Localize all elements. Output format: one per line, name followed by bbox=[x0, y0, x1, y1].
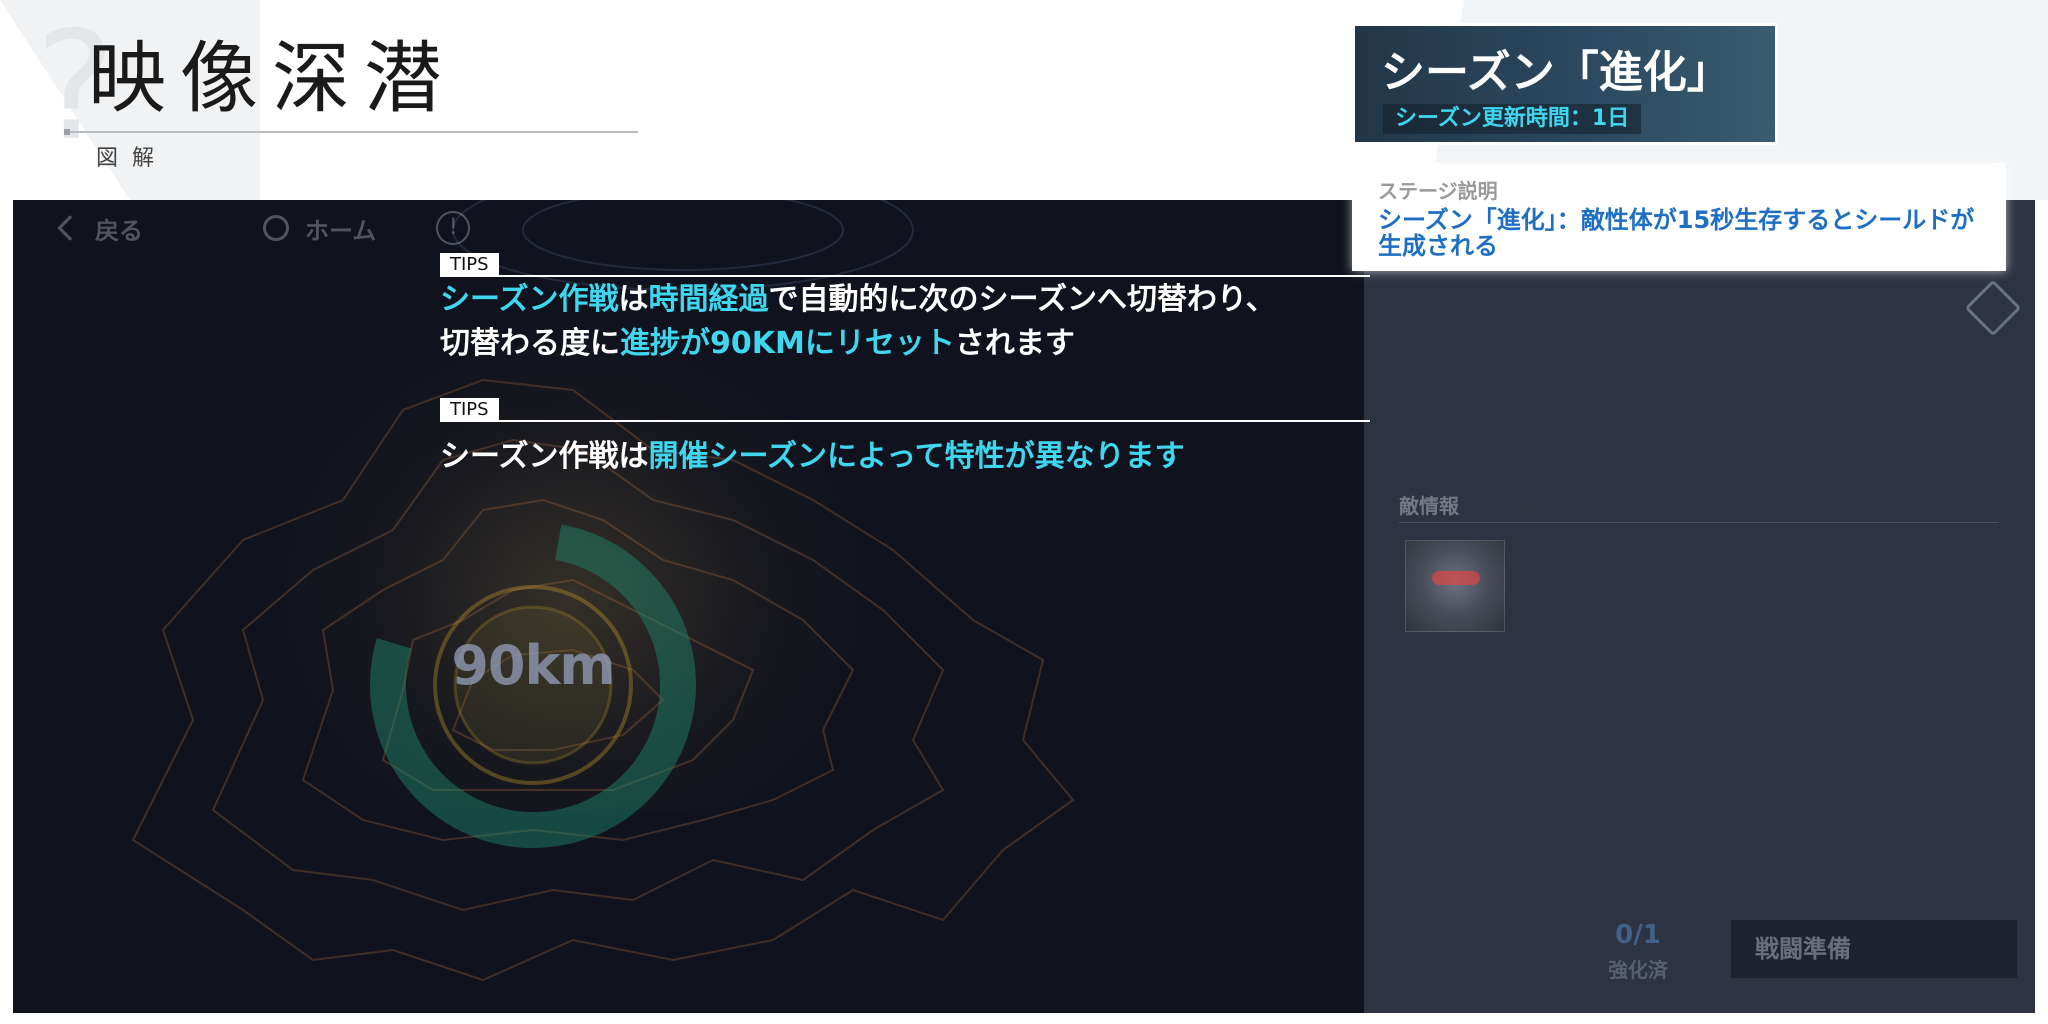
tips-pointer-line-1 bbox=[440, 275, 1370, 277]
tips-tag-1: TIPS bbox=[440, 253, 499, 276]
stage-description-text: シーズン「進化」：敵性体が15秒生存するとシールドが生成される bbox=[1378, 206, 1975, 260]
tips-text-1: シーズン作戦は時間経過で自動的に次のシーズンへ切替わり、 切替わる度に進捗が90… bbox=[440, 278, 1276, 366]
home-label: ホーム bbox=[305, 216, 377, 245]
tips-text-2: シーズン作戦は開催シーズンによって特性が異なります bbox=[440, 435, 1185, 479]
back-button[interactable]: 戻る bbox=[53, 211, 143, 246]
page-title: 映像深潜 bbox=[88, 34, 457, 124]
enhance-progress-value: 0/1 bbox=[1615, 920, 1661, 950]
season-title: シーズン「進化」 bbox=[1381, 47, 1731, 98]
tips-pointer-line-2 bbox=[440, 420, 1370, 422]
tips-2-line-1: シーズン作戦は開催シーズンによって特性が異なります bbox=[440, 439, 1185, 474]
enemy-divider bbox=[1399, 522, 1999, 523]
tips-1-line-2: 切替わる度に進捗が90KMにリセットされます bbox=[440, 326, 1075, 361]
page-subtitle: 図解 bbox=[96, 146, 169, 171]
tips-1-line-1: シーズン作戦は時間経過で自動的に次のシーズンへ切替わり、 bbox=[440, 282, 1276, 317]
home-button[interactable]: ホーム bbox=[263, 211, 376, 246]
chevron-left-icon bbox=[57, 215, 83, 241]
back-label: 戻る bbox=[95, 216, 143, 245]
title-divider bbox=[64, 129, 638, 135]
season-update-time: シーズン更新時間：1日 bbox=[1383, 104, 1642, 134]
stage-description-label: ステージ説明 bbox=[1378, 179, 1498, 203]
distance-indicator: 90km bbox=[358, 510, 708, 860]
stage-description-box: ステージ説明 シーズン「進化」：敵性体が15秒生存するとシールドが生成される bbox=[1352, 163, 2006, 271]
enhance-progress-label: 強化済 bbox=[1608, 958, 1668, 982]
enemy-thumbnail[interactable] bbox=[1405, 540, 1505, 632]
tips-tag-2: TIPS bbox=[440, 398, 499, 421]
distance-label: 90km bbox=[451, 633, 615, 697]
battle-prepare-button[interactable]: 戦闘準備 bbox=[1731, 920, 2017, 978]
season-card: シーズン「進化」 シーズン更新時間：1日 bbox=[1352, 23, 1778, 145]
top-navigation: 戻る ホーム ! bbox=[53, 208, 471, 248]
enemy-info-label: 敵情報 bbox=[1399, 494, 1459, 518]
home-circle-icon bbox=[263, 215, 289, 241]
info-icon[interactable]: ! bbox=[436, 211, 471, 245]
